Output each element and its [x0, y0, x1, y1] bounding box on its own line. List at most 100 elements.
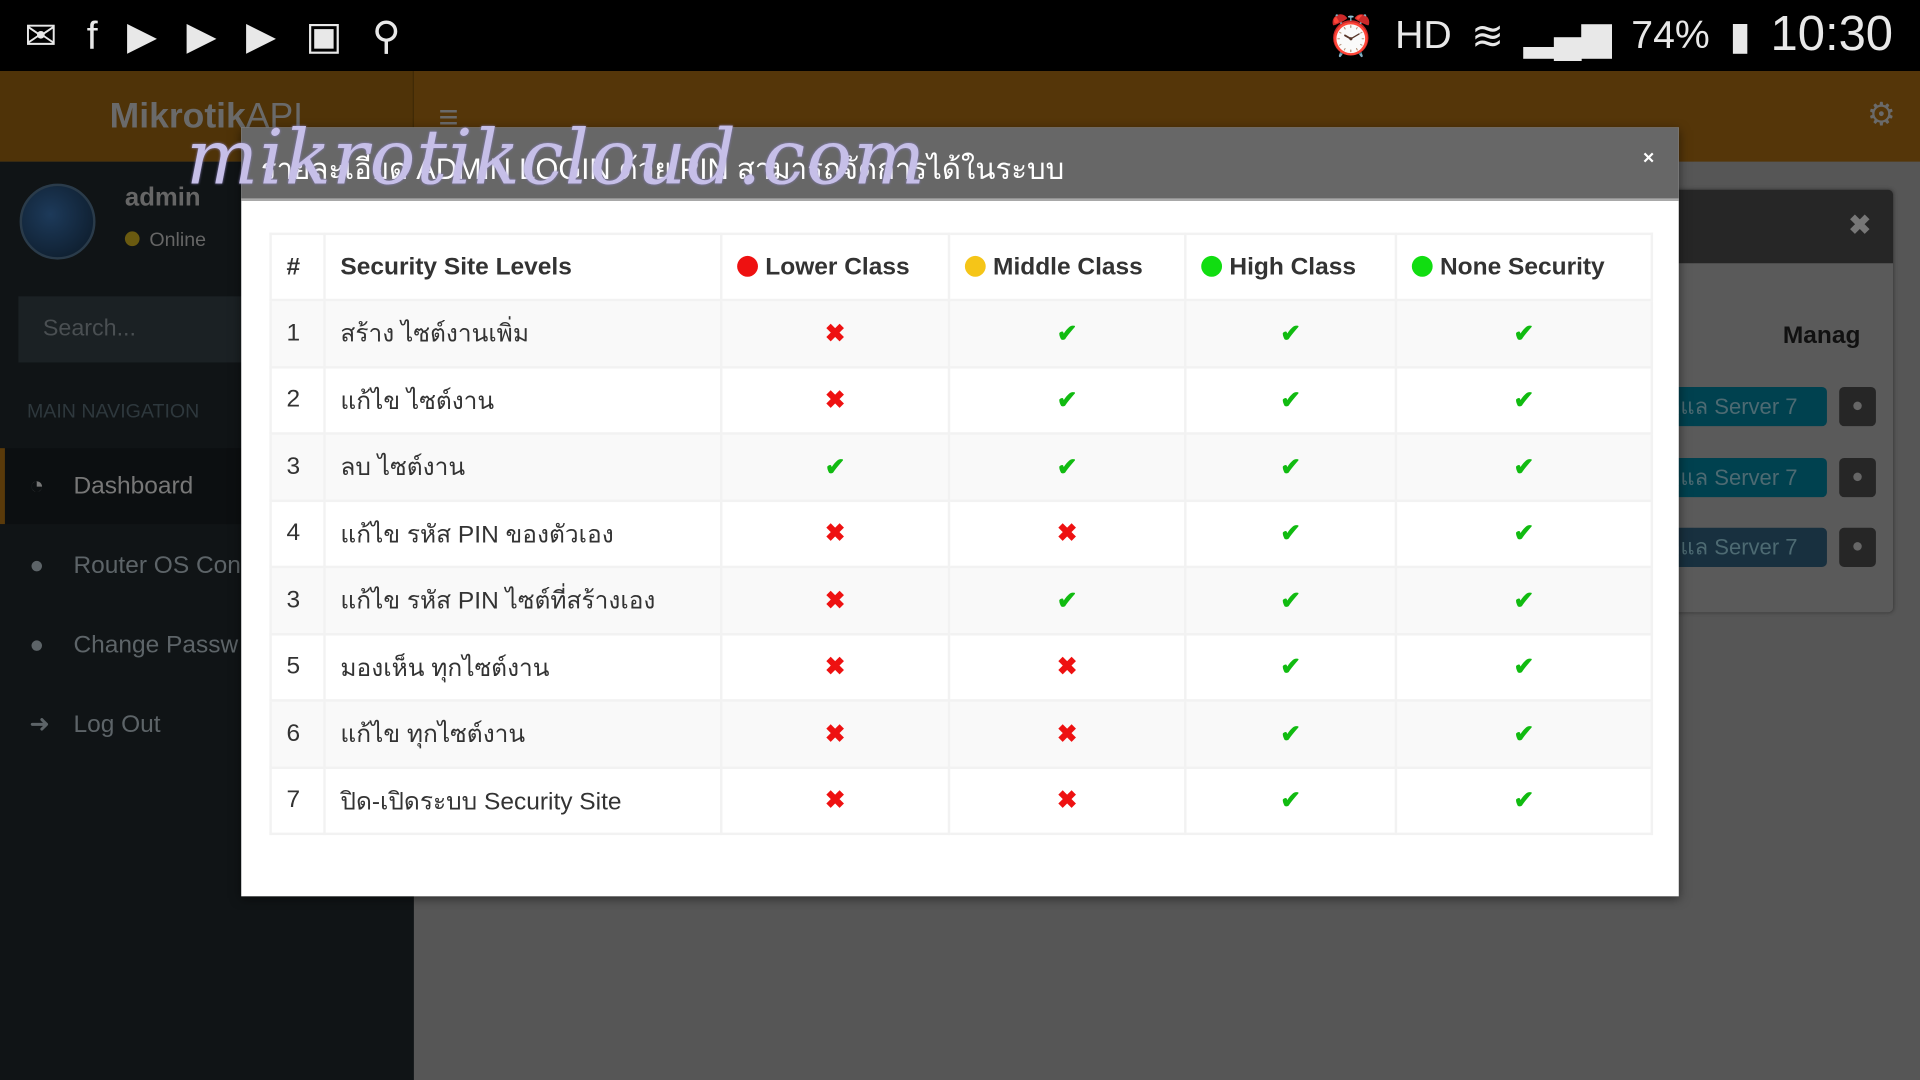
gallery-icon: ▣ [305, 13, 343, 58]
table-row: 4 แก้ไข รหัส PIN ของตัวเอง ✖ ✖ ✔ ✔ [269, 498, 1654, 569]
check-icon: ✔ [1394, 365, 1654, 435]
col-levels: Security Site Levels [323, 232, 723, 302]
youtube-icon: ▶ [186, 13, 217, 58]
row-number: 6 [269, 699, 326, 769]
check-icon: ✔ [1184, 498, 1398, 569]
table-row: 2 แก้ไข ไซต์งาน ✖ ✔ ✔ ✔ [269, 365, 1654, 435]
red-dot-icon [737, 255, 758, 277]
screen: ✉ f ▶ ▶ ▶ ▣ ⚲ ⏰ HD ≋ ▂▄▆ 74% ▮ 10:30 Mik… [0, 0, 1920, 1080]
row-number: 3 [269, 432, 326, 502]
check-icon: ✔ [1394, 432, 1654, 502]
globe-icon[interactable]: ● [1839, 386, 1876, 427]
check-icon: ✔ [1394, 565, 1654, 635]
hd-icon: HD [1395, 12, 1452, 57]
security-levels-table: # Security Site Levels Lower Class Middl… [269, 232, 1654, 836]
green-dot-icon [1411, 255, 1433, 277]
youtube-icon: ▶ [246, 13, 277, 58]
globe-icon[interactable]: ● [1839, 527, 1876, 567]
row-label: มองเห็น ทุกไซต์งาน [323, 632, 723, 702]
table-row: 3 แก้ไข รหัส PIN ไซต์ที่สร้างเอง ✖ ✔ ✔ ✔ [269, 565, 1654, 635]
col-none: None Security [1394, 232, 1654, 302]
row-number: 3 [269, 565, 326, 635]
check-icon: ✔ [1394, 699, 1654, 769]
row-label: ปิด-เปิดระบบ Security Site [323, 765, 723, 836]
row-label: สร้าง ไซต์งานเพิ่ม [323, 298, 723, 368]
battery-icon: ▮ [1729, 12, 1751, 57]
check-icon: ✔ [1394, 498, 1654, 569]
globe-icon[interactable]: ● [1839, 457, 1876, 498]
background-close-icon[interactable]: ✖ [1848, 209, 1871, 241]
check-icon: ✔ [1184, 432, 1398, 502]
cross-icon: ✖ [720, 765, 951, 836]
col-number: # [269, 232, 326, 302]
status-bar: ✉ f ▶ ▶ ▶ ▣ ⚲ ⏰ HD ≋ ▂▄▆ 74% ▮ 10:30 [0, 0, 1920, 72]
globe-icon: ● [29, 552, 45, 580]
cross-icon: ✖ [947, 498, 1187, 569]
check-icon: ✔ [1394, 765, 1654, 836]
signal-icon: ▂▄▆ [1523, 12, 1612, 57]
cross-icon: ✖ [720, 298, 951, 368]
col-middle: Middle Class [947, 232, 1187, 302]
check-icon: ✔ [720, 432, 951, 502]
check-icon: ✔ [1184, 632, 1398, 702]
gmail-icon: ✉ [24, 13, 58, 58]
col-lower: Lower Class [720, 232, 951, 302]
table-header-row: # Security Site Levels Lower Class Middl… [269, 232, 1654, 302]
check-icon: ✔ [947, 565, 1187, 635]
sign-out-icon: ➜ [29, 711, 50, 739]
cross-icon: ✖ [720, 632, 951, 702]
cross-icon: ✖ [720, 699, 951, 769]
check-icon: ✔ [1394, 298, 1654, 368]
row-number: 2 [269, 365, 326, 435]
cross-icon: ✖ [720, 498, 951, 569]
row-number: 7 [269, 765, 326, 836]
facebook-icon: f [86, 13, 98, 58]
user-status: Online [124, 230, 206, 252]
nav-header: MAIN NAVIGATION [26, 401, 200, 423]
row-number: 5 [269, 632, 326, 702]
cross-icon: ✖ [947, 765, 1187, 836]
cross-icon: ✖ [720, 565, 951, 635]
cross-icon: ✖ [720, 365, 951, 435]
check-icon: ✔ [947, 298, 1187, 368]
status-dot-icon [124, 231, 140, 247]
youtube-icon: ▶ [126, 13, 158, 58]
battery-percent: 74% [1631, 12, 1710, 57]
check-icon: ✔ [1184, 365, 1398, 435]
check-icon: ✔ [1184, 298, 1398, 368]
row-label: แก้ไข รหัส PIN ไซต์ที่สร้างเอง [323, 565, 723, 635]
table-row: 1 สร้าง ไซต์งานเพิ่ม ✖ ✔ ✔ ✔ [269, 298, 1654, 368]
gears-icon[interactable]: ⚙ [1867, 96, 1896, 134]
table-row: 5 มองเห็น ทุกไซต์งาน ✖ ✖ ✔ ✔ [269, 632, 1654, 702]
check-icon: ✔ [1184, 765, 1398, 836]
background-heading: Manag [1782, 322, 1861, 349]
close-button[interactable]: × [1643, 148, 1654, 170]
row-number: 4 [269, 498, 326, 569]
user-name: admin [124, 183, 201, 212]
lock-icon: ● [29, 631, 45, 659]
row-label: ลบ ไซต์งาน [323, 432, 723, 502]
cross-icon: ✖ [947, 632, 1187, 702]
check-icon: ✔ [1394, 632, 1654, 702]
row-label: แก้ไข ไซต์งาน [323, 365, 723, 435]
alarm-icon: ⏰ [1326, 12, 1376, 57]
row-number: 1 [269, 298, 326, 368]
modal-header: รายละเอียด ADMIN LOGIN ด้วย PIN สามารถจั… [241, 127, 1679, 201]
security-levels-modal: รายละเอียด ADMIN LOGIN ด้วย PIN สามารถจั… [241, 127, 1679, 897]
avatar [19, 183, 96, 260]
user-panel: admin Online [19, 183, 206, 260]
dashboard-icon: ◔ [29, 472, 45, 500]
check-icon: ✔ [1184, 565, 1398, 635]
check-icon: ✔ [1184, 699, 1398, 769]
check-icon: ✔ [947, 432, 1187, 502]
yellow-dot-icon [964, 255, 986, 277]
col-high: High Class [1184, 232, 1398, 302]
table-row: 3 ลบ ไซต์งาน ✔ ✔ ✔ ✔ [269, 432, 1654, 502]
wifi-icon: ≋ [1471, 12, 1505, 57]
modal-title: รายละเอียด ADMIN LOGIN ด้วย PIN สามารถจั… [260, 153, 1065, 187]
green-dot-icon [1201, 255, 1223, 277]
cross-icon: ✖ [947, 699, 1187, 769]
location-icon: ⚲ [371, 13, 401, 58]
table-row: 7 ปิด-เปิดระบบ Security Site ✖ ✖ ✔ ✔ [269, 765, 1654, 836]
table-row: 6 แก้ไข ทุกไซต์งาน ✖ ✖ ✔ ✔ [269, 699, 1654, 769]
